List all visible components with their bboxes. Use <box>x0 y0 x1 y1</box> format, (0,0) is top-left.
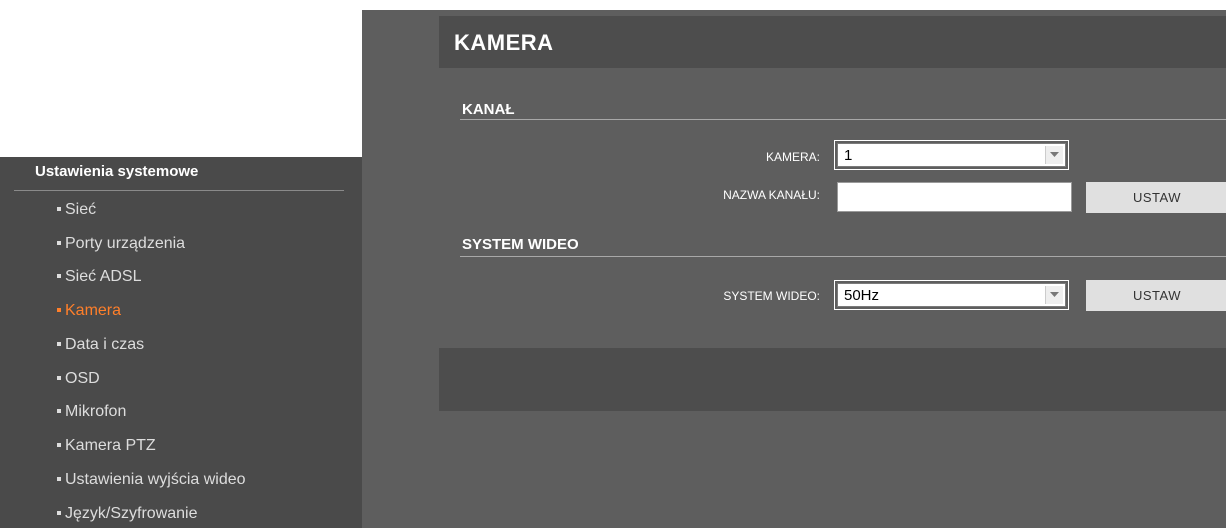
sidebar-item-label: Sieć ADSL <box>65 268 142 285</box>
sidebar-item-label: Kamera <box>65 302 122 319</box>
channel-name-input[interactable] <box>837 182 1072 212</box>
section-title-system-wideo: SYSTEM WIDEO <box>462 236 579 253</box>
camera-label: KAMERA: <box>765 150 820 164</box>
camera-select[interactable]: 1 <box>834 140 1069 170</box>
camera-select-value: 1 <box>844 147 853 164</box>
main-panel: KAMERA KANAŁ KAMERA: 1 NAZWA KANAŁU: UST… <box>362 10 1226 528</box>
sidebar-item-siec-adsl[interactable]: Sieć ADSL <box>57 268 141 286</box>
sidebar-item-data-i-czas[interactable]: Data i czas <box>57 336 144 354</box>
sidebar-title: Ustawienia systemowe <box>35 163 199 180</box>
sidebar-item-jezyk-szyfrowanie[interactable]: Język/Szyfrowanie <box>57 505 198 523</box>
bullet-icon <box>57 307 61 312</box>
bullet-icon <box>57 273 61 278</box>
sidebar-item-mikrofon[interactable]: Mikrofon <box>57 403 126 421</box>
channel-name-label: NAZWA KANAŁU: <box>723 188 820 202</box>
sidebar-item-label: Język/Szyfrowanie <box>65 505 198 522</box>
section-divider <box>460 119 1226 120</box>
bullet-icon <box>57 341 61 346</box>
video-system-select[interactable]: 50Hz <box>834 280 1069 310</box>
sidebar-item-label: OSD <box>65 370 100 387</box>
set-channel-name-button[interactable]: USTAW <box>1086 182 1226 213</box>
set-video-system-button[interactable]: USTAW <box>1086 280 1226 311</box>
section-divider <box>460 256 1226 257</box>
sidebar: Ustawienia systemowe Sieć Porty urządzen… <box>0 157 362 528</box>
bullet-icon <box>57 476 61 481</box>
bullet-icon <box>57 408 61 413</box>
chevron-down-icon[interactable] <box>1045 286 1063 304</box>
section-title-kanal: KANAŁ <box>462 101 515 118</box>
sidebar-item-label: Ustawienia wyjścia wideo <box>65 471 246 488</box>
sidebar-item-osd[interactable]: OSD <box>57 370 100 388</box>
bullet-icon <box>57 375 61 380</box>
page-title: KAMERA <box>454 30 554 55</box>
footer-bar <box>439 348 1226 411</box>
sidebar-item-kamera[interactable]: Kamera <box>57 302 121 320</box>
sidebar-item-label: Sieć <box>65 201 97 218</box>
bullet-icon <box>57 510 61 515</box>
sidebar-item-label: Data i czas <box>65 336 145 353</box>
sidebar-item-label: Kamera PTZ <box>65 437 156 454</box>
bullet-icon <box>57 206 61 211</box>
video-system-label: SYSTEM WIDEO: <box>723 289 820 303</box>
sidebar-item-label: Porty urządzenia <box>65 235 186 252</box>
chevron-down-icon[interactable] <box>1045 146 1063 164</box>
sidebar-divider <box>14 190 344 191</box>
sidebar-item-label: Mikrofon <box>65 403 127 420</box>
sidebar-item-siec[interactable]: Sieć <box>57 201 96 219</box>
bullet-icon <box>57 240 61 245</box>
sidebar-item-ustawienia-wyjscia-wideo[interactable]: Ustawienia wyjścia wideo <box>57 471 246 489</box>
sidebar-item-porty-urzadzenia[interactable]: Porty urządzenia <box>57 235 185 253</box>
bullet-icon <box>57 442 61 447</box>
video-system-select-value: 50Hz <box>844 287 880 304</box>
header-bar: KAMERA <box>439 16 1226 68</box>
sidebar-item-kamera-ptz[interactable]: Kamera PTZ <box>57 437 156 455</box>
